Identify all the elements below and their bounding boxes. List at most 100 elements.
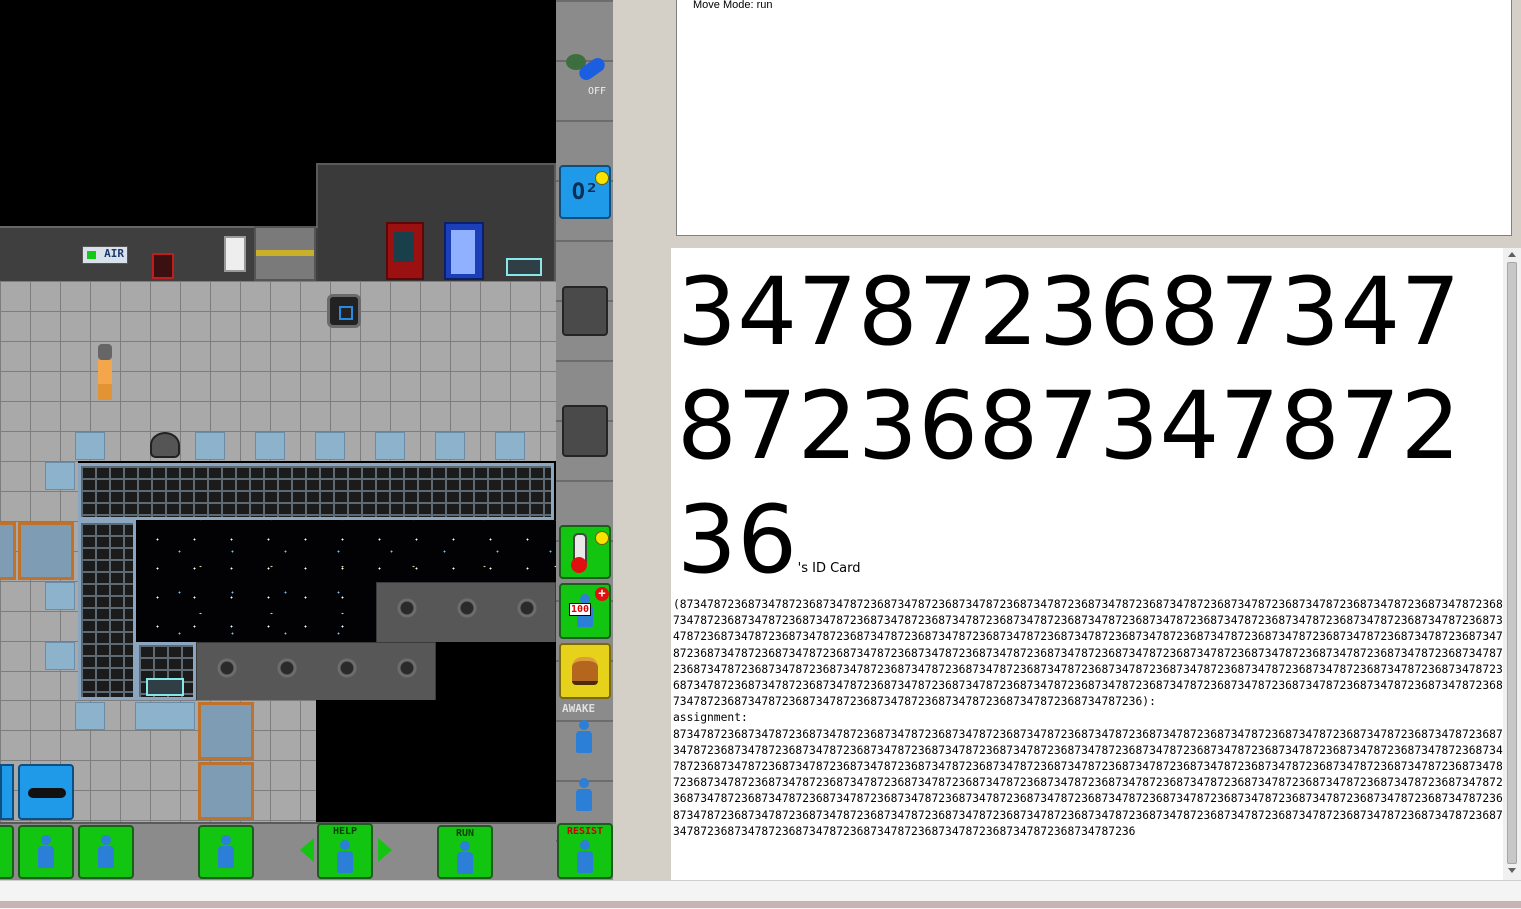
player-body [98, 360, 112, 384]
wall-light [146, 678, 184, 696]
game-map-viewport[interactable]: AIR OFF O² 100 + AWAKE HELP RUN RESIST [0, 0, 613, 880]
sunglasses-icon [28, 788, 66, 798]
scroll-down-arrow-icon[interactable] [1508, 868, 1516, 873]
hud-button-partial[interactable] [0, 825, 14, 879]
help-label: HELP [332, 826, 358, 837]
beacon-light-icon [339, 306, 353, 320]
status-panel-content: Move Mode: run [676, 0, 1512, 236]
window-frame [18, 522, 74, 580]
wall-light [506, 258, 542, 276]
run-person-icon [454, 841, 476, 875]
smiley-icon [595, 531, 609, 545]
window-frame [198, 702, 254, 760]
blue-floor-tile[interactable] [45, 462, 75, 490]
help-intent-icon [334, 840, 356, 874]
examine-output: 3478723687347872368734787236's ID Card (… [671, 248, 1503, 880]
reinforced-plating [196, 642, 436, 702]
player-character[interactable] [94, 344, 116, 402]
void [436, 642, 556, 702]
status-panel: Move Mode: run [669, 0, 1518, 242]
intent-left-arrow[interactable] [300, 838, 314, 862]
void [316, 700, 556, 822]
intent-right-arrow[interactable] [378, 838, 392, 862]
sleep-status[interactable]: AWAKE [559, 702, 611, 762]
id-card-big-number: 3478723687347872368734787236 [677, 258, 1461, 595]
health-value: 100 [569, 603, 592, 616]
thermometer-bulb [571, 557, 587, 573]
burger-icon [572, 657, 598, 685]
oxygen-label: O² [571, 179, 599, 205]
air-alarm[interactable]: AIR [82, 246, 128, 264]
air-alarm-light-icon [87, 251, 96, 259]
id-card-name: 3478723687347872368734787236's ID Card [677, 256, 1477, 598]
id-card-details: (873478723687347872368734787236873478723… [673, 597, 1503, 840]
soda-vending-machine[interactable] [444, 222, 484, 280]
scrollbar-thumb[interactable] [1507, 262, 1517, 864]
assignment-label: assignment: [673, 711, 748, 725]
blue-floor-tile[interactable] [75, 702, 105, 730]
move-run-button[interactable]: RUN [437, 825, 493, 879]
resting-person-icon [573, 778, 595, 812]
medical-cross-icon: + [595, 587, 609, 601]
intent-help-button[interactable]: HELP [317, 823, 373, 879]
internals-label: OFF [588, 86, 607, 97]
run-label: RUN [455, 828, 475, 839]
internals-toggle[interactable]: OFF [562, 50, 612, 100]
pane-divider[interactable] [613, 0, 669, 880]
inventory-slot-glasses[interactable] [18, 764, 74, 820]
blue-floor-tile[interactable] [435, 432, 465, 460]
floor-tiles[interactable] [0, 281, 556, 431]
window-grille [78, 463, 554, 520]
window-frame [198, 762, 254, 820]
health-doll[interactable]: 100 + [559, 583, 611, 639]
standing-person-icon [573, 720, 595, 754]
equip-button[interactable] [198, 825, 254, 879]
nutrition-status [559, 643, 611, 699]
id-card-suffix: 's ID Card [797, 561, 861, 576]
blue-floor-tile[interactable] [195, 432, 225, 460]
output-scrollbar[interactable] [1503, 248, 1521, 880]
throw-button[interactable] [78, 825, 134, 879]
blue-floor-tile[interactable] [495, 432, 525, 460]
wall-switch[interactable] [224, 236, 246, 272]
reinforced-plating [376, 582, 556, 644]
snack-vending-machine[interactable] [386, 222, 424, 280]
rest-toggle[interactable] [559, 770, 611, 820]
move-mode-text: Move Mode: run [693, 0, 773, 11]
blue-floor-tile[interactable] [255, 432, 285, 460]
oxygen-status[interactable]: O² [559, 165, 611, 219]
scroll-up-arrow-icon[interactable] [1508, 252, 1516, 257]
blue-floor-tile[interactable] [135, 702, 195, 730]
drop-person-icon [35, 835, 57, 869]
throw-person-icon [95, 835, 117, 869]
resist-person-icon [574, 840, 596, 874]
temperature-status [559, 525, 611, 579]
player-legs [98, 384, 112, 400]
cleaning-bot[interactable] [150, 432, 180, 458]
pull-slot[interactable] [562, 286, 608, 336]
window-grille [78, 520, 136, 700]
throw-slot[interactable] [562, 405, 608, 457]
resist-button[interactable]: RESIST [557, 823, 613, 879]
blue-floor-tile[interactable] [75, 432, 105, 460]
soda-label-panel [451, 230, 475, 274]
resist-label: RESIST [566, 826, 604, 837]
blue-floor-tile[interactable] [45, 582, 75, 610]
window-frame [0, 522, 16, 580]
vending-screen [394, 232, 414, 262]
floor-beacon[interactable] [327, 294, 361, 328]
equip-person-icon [215, 835, 237, 869]
drop-button[interactable] [18, 825, 74, 879]
sleep-label: AWAKE [562, 702, 596, 715]
airlock-door[interactable] [254, 226, 316, 281]
player-head [98, 344, 112, 360]
inventory-slot[interactable] [0, 764, 14, 820]
air-alarm-label: AIR [104, 247, 124, 260]
blue-floor-tile[interactable] [45, 642, 75, 670]
fire-alarm[interactable] [152, 253, 174, 279]
assignment-value: 8734787236873478723687347872368734787236… [673, 727, 1503, 838]
smiley-icon [595, 171, 609, 185]
blue-floor-tile[interactable] [315, 432, 345, 460]
id-card-detail-text: (873478723687347872368734787236873478723… [673, 598, 1503, 709]
blue-floor-tile[interactable] [375, 432, 405, 460]
